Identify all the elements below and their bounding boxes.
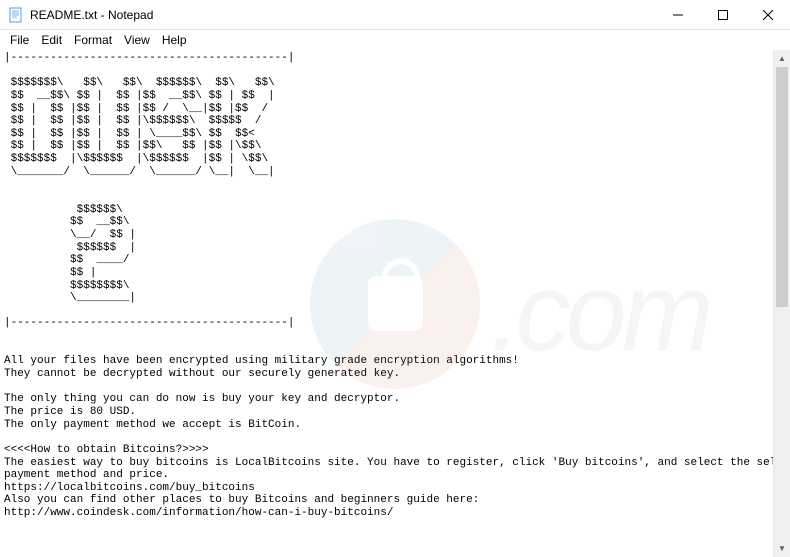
scroll-up-arrow-icon[interactable]: ▲ (774, 50, 790, 67)
menu-help[interactable]: Help (156, 31, 193, 49)
menu-view[interactable]: View (118, 31, 156, 49)
titlebar: README.txt - Notepad (0, 0, 790, 30)
scroll-down-arrow-icon[interactable]: ▼ (774, 540, 790, 557)
window-controls (655, 0, 790, 29)
close-icon (763, 10, 773, 20)
maximize-icon (718, 10, 728, 20)
content-wrapper: |---------------------------------------… (0, 50, 790, 557)
scroll-thumb[interactable] (776, 67, 788, 307)
window-title: README.txt - Notepad (30, 8, 655, 22)
menu-format[interactable]: Format (68, 31, 118, 49)
close-button[interactable] (745, 0, 790, 29)
text-area[interactable]: |---------------------------------------… (0, 50, 773, 557)
minimize-icon (673, 10, 683, 20)
menu-edit[interactable]: Edit (35, 31, 68, 49)
vertical-scrollbar[interactable]: ▲ ▼ (773, 50, 790, 557)
maximize-button[interactable] (700, 0, 745, 29)
minimize-button[interactable] (655, 0, 700, 29)
menubar: File Edit Format View Help (0, 30, 790, 50)
notepad-icon (8, 7, 24, 23)
menu-file[interactable]: File (4, 31, 35, 49)
